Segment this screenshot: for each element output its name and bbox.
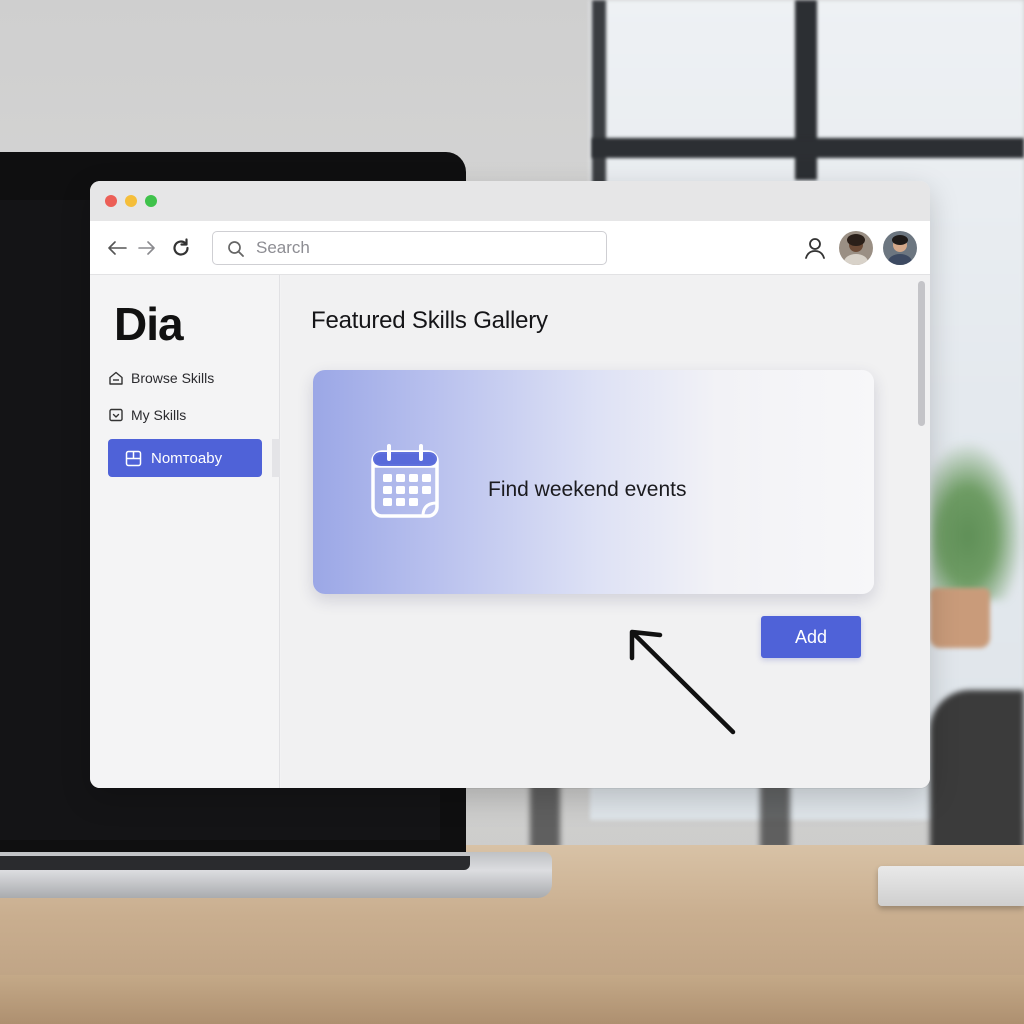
title-bar [90,181,930,221]
sidebar-item-label: Browse Skills [131,370,215,386]
sidebar-item-my-skills[interactable]: My Skills [108,402,186,428]
layout-icon [125,450,142,466]
notebook [878,866,1024,906]
background-plant [930,440,1024,600]
add-button[interactable]: Add [761,616,861,658]
background-chair-legs [470,780,890,850]
avatar[interactable] [839,231,873,265]
sidebar-item-active[interactable]: Nomтoaby [108,439,262,477]
skill-card[interactable]: Find weekend events [313,370,874,594]
close-window-button[interactable] [105,195,117,207]
sidebar: Dia Browse Skills My Skills Nomтoaby [90,275,280,788]
background-window-frame [592,138,1024,158]
reload-icon [173,238,189,256]
arrow-right-icon [138,241,155,255]
scrollbar-thumb[interactable] [918,281,925,426]
pointer-arrow-icon [629,629,736,735]
sidebar-item-label: My Skills [131,407,187,423]
avatar[interactable] [883,231,917,265]
brand-logo: Dia [114,298,184,350]
reload-button[interactable] [168,235,194,261]
arrow-left-icon [108,241,127,255]
zoom-window-button[interactable] [145,195,157,207]
page-title: Featured Skills Gallery [311,307,548,334]
background-plant-pot [930,588,990,648]
browser-toolbar [90,221,930,275]
background-chair [930,690,1024,860]
main-content: Featured Skills Gallery Find weekend eve… [281,275,930,788]
sidebar-item-label: Nomтoaby [151,449,223,467]
scrollbar[interactable] [918,281,926,781]
sidebar-item-browse-skills[interactable]: Browse Skills [108,365,214,391]
search-box[interactable] [212,231,607,265]
background-window-frame [592,0,606,190]
home-icon [109,371,123,385]
user-photo-2 [883,231,917,265]
sidebar-resize-handle[interactable] [272,439,280,477]
back-button[interactable] [104,235,130,261]
user-icon[interactable] [802,235,828,261]
laptop-keyboard [0,856,470,870]
search-input[interactable] [256,237,596,259]
calendar-icon [371,444,439,518]
desk-edge [0,975,1024,1024]
user-photo-1 [839,231,873,265]
skill-card-label: Find weekend events [488,478,687,501]
forward-button[interactable] [134,235,160,261]
minimize-window-button[interactable] [125,195,137,207]
browser-window: Dia Browse Skills My Skills Nomтoaby Fea… [90,181,930,788]
inbox-icon [109,408,123,422]
search-icon [228,241,244,257]
